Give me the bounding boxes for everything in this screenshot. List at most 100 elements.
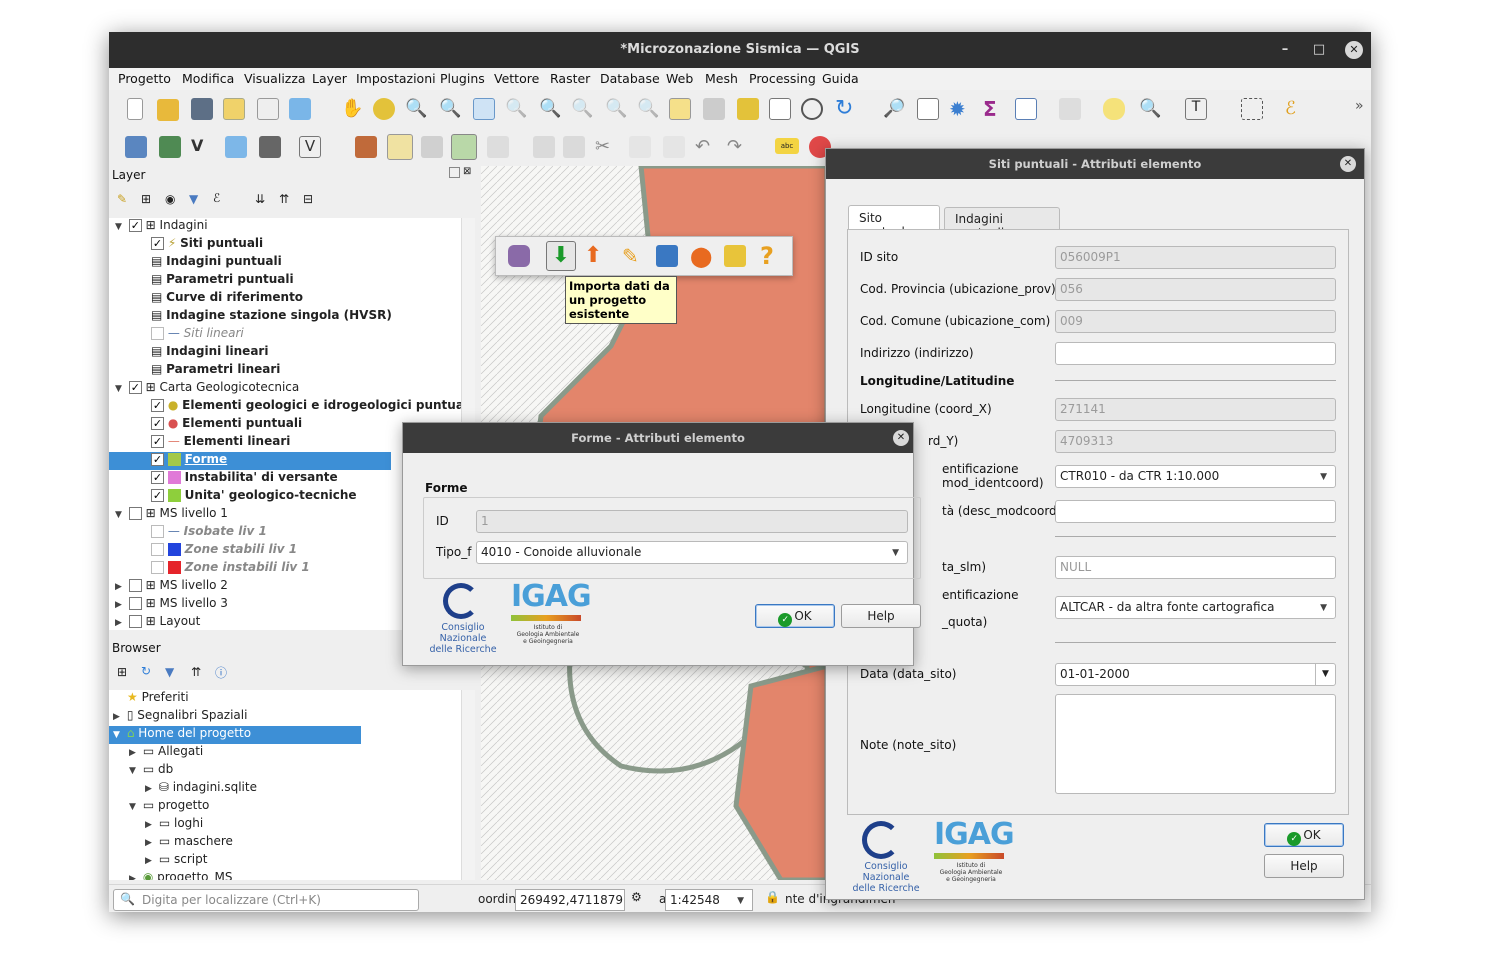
style-manager-icon[interactable] [289, 98, 311, 120]
chevron-down-icon[interactable]: ▼ [129, 802, 139, 812]
zoom-layer-icon[interactable]: 🔍 [539, 98, 561, 120]
save-edits-icon[interactable] [421, 136, 443, 158]
chevron-right-icon[interactable]: ▶ [115, 582, 125, 592]
visibility-eye-icon[interactable]: ◉ [165, 192, 175, 206]
menu-processing[interactable]: Processing [749, 71, 816, 86]
virtual-layer-icon[interactable]: V [299, 136, 321, 158]
layer-hvsr[interactable]: ▤ Indagine stazione singola (HVSR) [151, 308, 392, 326]
layer-checkbox[interactable]: ✓ [151, 237, 164, 250]
save-project-icon[interactable] [191, 98, 213, 120]
modify-attributes-icon[interactable] [533, 136, 555, 158]
layer-checkbox[interactable]: ✓ [151, 435, 164, 448]
measure-icon[interactable] [1059, 98, 1081, 120]
add-feature-icon[interactable] [451, 134, 477, 160]
layer-elementi-puntuali[interactable]: ✓ ● Elementi puntuali [151, 416, 302, 434]
new-shapefile-icon[interactable]: V [191, 136, 213, 158]
identify-icon[interactable]: 🔎 [883, 98, 905, 120]
layer-siti-lineari[interactable]: — Siti lineari [151, 326, 244, 344]
info-icon[interactable]: ⓘ [215, 664, 227, 681]
cut-icon[interactable]: ✂ [595, 136, 617, 158]
settings-gear-icon[interactable]: ✹ [949, 98, 971, 120]
attribute-table-icon[interactable] [917, 98, 939, 120]
refresh-icon[interactable]: ↻ [835, 98, 857, 120]
current-edits-icon[interactable] [355, 136, 377, 158]
browser-item-db[interactable]: ▼ ▭ db [129, 762, 173, 780]
layer-group-layout[interactable]: ▶ ⊞ Layout [115, 614, 200, 632]
longitudine-field[interactable]: 271141 [1055, 398, 1336, 421]
chevron-down-icon[interactable]: ▼ [115, 222, 125, 232]
layer-checkbox[interactable] [151, 327, 164, 340]
copy-files-icon[interactable] [724, 245, 746, 267]
menu-vettore[interactable]: Vettore [494, 71, 539, 86]
refresh-icon[interactable]: ↻ [141, 664, 151, 678]
menu-impostazioni[interactable]: Impostazioni [356, 71, 436, 86]
toggle-editing-icon[interactable] [387, 134, 413, 160]
chevron-down-icon[interactable]: ▼ [115, 384, 125, 394]
style-layer-icon[interactable]: ✎ [117, 192, 127, 206]
layer-group-carta[interactable]: ▼ ✓ ⊞ Carta Geologicotecnica [115, 380, 299, 398]
menu-web[interactable]: Web [666, 71, 693, 86]
select-location-icon[interactable]: 🔍 [1139, 98, 1161, 120]
layer-checkbox[interactable]: ✓ [151, 399, 164, 412]
layer-checkbox[interactable] [151, 525, 164, 538]
layer-zone-instabili[interactable]: Zone instabili liv 1 [151, 560, 310, 578]
gps-icon[interactable] [259, 136, 281, 158]
menu-progetto[interactable]: Progetto [118, 71, 171, 86]
zoom-out-icon[interactable]: 🔍 [439, 98, 461, 120]
chevron-right-icon[interactable]: ▶ [145, 838, 155, 848]
expression-select-icon[interactable]: ℰ [1285, 98, 1307, 120]
zoom-native-icon[interactable]: 🔍 [571, 98, 593, 120]
expand-all-icon[interactable]: ⇊ [255, 192, 265, 206]
import-download-icon[interactable]: ⬇ [546, 241, 576, 271]
latitudine-field[interactable]: 4709313 [1055, 430, 1336, 453]
ok-button[interactable]: ✓ OK [755, 604, 835, 628]
menu-visualizza[interactable]: Visualizza [244, 71, 306, 86]
remove-layer-icon[interactable]: ⊟ [303, 192, 313, 206]
filter-icon[interactable]: ▼ [165, 665, 174, 679]
layer-checkbox[interactable] [128, 597, 142, 610]
filter-expression-icon[interactable]: ℰ [213, 191, 220, 205]
layer-instabilita[interactable]: ✓ Instabilita' di versante [151, 470, 338, 488]
maximize-icon[interactable]: □ [1310, 41, 1328, 59]
chevron-down-icon[interactable]: ▼ [1315, 664, 1335, 685]
ok-button[interactable]: ✓ OK [1264, 823, 1344, 847]
zoom-in-icon[interactable]: 🔍 [405, 98, 427, 120]
layer-checkbox[interactable]: ✓ [151, 417, 164, 430]
minimize-icon[interactable]: – [1276, 41, 1294, 59]
edit-pencil-icon[interactable]: ✎ [622, 245, 644, 267]
collapse-all-icon[interactable]: ⇈ [279, 192, 289, 206]
layer-indagini-puntuali[interactable]: ▤ Indagini puntuali [151, 254, 282, 272]
export-upload-icon[interactable]: ⬆ [584, 245, 606, 267]
tipo-f-select[interactable]: 4010 - Conoide alluvionale ▼ [476, 541, 908, 564]
provincia-field[interactable]: 056 [1055, 278, 1336, 301]
chevron-down-icon[interactable]: ▼ [129, 766, 139, 776]
show-bookmarks-icon[interactable] [769, 98, 791, 120]
delete-selected-icon[interactable] [563, 136, 585, 158]
menu-guida[interactable]: Guida [822, 71, 859, 86]
digitize-icon[interactable] [225, 136, 247, 158]
desc-modcoord-field[interactable] [1055, 500, 1336, 523]
mod-quota-select[interactable]: ALTCAR - da altra fonte cartografica ▼ [1055, 596, 1336, 619]
chevron-right-icon[interactable]: ▶ [129, 874, 139, 880]
new-bookmark-icon[interactable] [737, 98, 759, 120]
chevron-right-icon[interactable]: ▶ [113, 712, 123, 722]
open-field-calculator-icon[interactable] [1015, 98, 1037, 120]
layer-zone-stabili[interactable]: Zone stabili liv 1 [151, 542, 297, 560]
layer-checkbox[interactable] [128, 615, 142, 628]
new-map-view-icon[interactable] [669, 98, 691, 120]
statistics-sigma-icon[interactable]: Σ [983, 98, 1005, 120]
layer-checkbox[interactable]: ✓ [128, 381, 142, 394]
mod-identcoord-select[interactable]: CTR010 - da CTR 1:10.000 ▼ [1055, 465, 1336, 488]
layer-group-indagini[interactable]: ▼ ✓ ⊞ Indagini [115, 218, 208, 236]
layer-elementi-lineari[interactable]: ✓ — Elementi lineari [151, 434, 290, 452]
layer-group-ms1[interactable]: ▼ ⊞ MS livello 1 [115, 506, 228, 524]
add-layer-icon[interactable]: ⊞ [117, 665, 127, 679]
layer-checkbox[interactable] [128, 579, 142, 592]
help-question-icon[interactable]: ? [760, 243, 782, 269]
copy-icon[interactable] [629, 136, 651, 158]
toolbar-overflow-icon[interactable]: » [1355, 98, 1371, 120]
layer-checkbox[interactable]: ✓ [151, 453, 164, 466]
menu-modifica[interactable]: Modifica [182, 71, 234, 86]
save-edit-icon[interactable] [656, 245, 678, 267]
layer-elementi-geologici[interactable]: ✓ ● Elementi geologici e idrogeologici p… [151, 398, 472, 416]
